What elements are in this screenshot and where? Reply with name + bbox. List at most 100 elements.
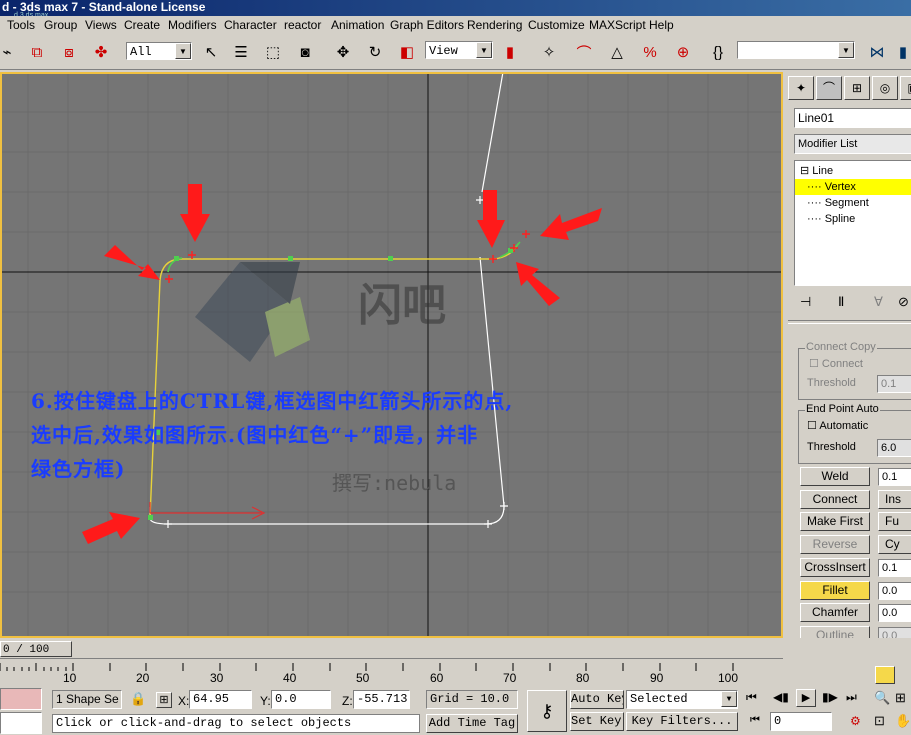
connect-threshold-spinner[interactable]: 0.1: [877, 375, 911, 393]
remove-modifier-icon[interactable]: ⊘: [898, 294, 909, 310]
outline-button[interactable]: Outline: [800, 626, 870, 638]
stack-item-line[interactable]: ⊟ Line: [795, 163, 911, 179]
snaps-toggle-icon[interactable]: ⌒: [571, 39, 597, 65]
menu-character[interactable]: Character: [224, 17, 277, 33]
x-coordinate-field[interactable]: 64.95: [189, 690, 252, 709]
cycle-button[interactable]: Cy: [878, 535, 911, 554]
show-end-result-icon[interactable]: Ⅱ: [838, 294, 844, 310]
menu-tools[interactable]: Tools: [7, 17, 35, 33]
time-configuration-icon[interactable]: ⚙: [850, 714, 861, 728]
modify-tab-icon[interactable]: ⌒: [816, 76, 842, 100]
viewport-canvas[interactable]: 闪吧: [0, 72, 783, 638]
chamfer-spinner[interactable]: 0.0: [878, 604, 911, 622]
make-first-button[interactable]: Make First: [800, 512, 870, 531]
reference-coordinate-dropdown[interactable]: View ▼: [425, 41, 493, 59]
maxscript-listener-mini[interactable]: [0, 688, 42, 710]
window-crossing-icon[interactable]: ◙: [292, 39, 318, 65]
menu-maxscript[interactable]: MAXScript: [589, 17, 646, 33]
display-tab-icon[interactable]: ▣: [900, 76, 911, 100]
key-icon[interactable]: ⚷: [527, 690, 567, 732]
go-to-end-icon[interactable]: ⏭: [846, 690, 857, 705]
key-mode-toggle-icon[interactable]: ⏮: [750, 714, 760, 727]
zoom-icon[interactable]: 🔍: [874, 690, 890, 706]
modifier-stack[interactable]: ⊟ Line ···· Vertex ···· Segment ···· Spl…: [794, 160, 911, 286]
weld-button[interactable]: Weld: [800, 467, 870, 486]
named-selection-dropdown[interactable]: ▼: [737, 41, 855, 59]
absolute-mode-icon[interactable]: ⊞: [156, 692, 172, 708]
crossinsert-button[interactable]: CrossInsert: [800, 558, 870, 577]
menu-reactor[interactable]: reactor: [284, 17, 321, 33]
hierarchy-tab-icon[interactable]: ⊞: [844, 76, 870, 100]
previous-frame-icon[interactable]: ◀▮: [773, 690, 789, 704]
modifier-list-dropdown[interactable]: Modifier List: [794, 134, 911, 154]
zoom-all-icon[interactable]: ⊞: [895, 690, 906, 706]
connect-button[interactable]: Connect: [800, 490, 870, 509]
edit-named-selection-icon[interactable]: {}: [705, 39, 731, 65]
link-icon[interactable]: ⌁: [0, 39, 20, 65]
key-filters-button[interactable]: Key Filters...: [626, 712, 738, 731]
play-icon[interactable]: ▶: [796, 689, 816, 707]
select-and-move-icon[interactable]: ✥: [330, 39, 356, 65]
mirror-icon[interactable]: ⋈: [864, 39, 890, 65]
make-unique-icon[interactable]: ∀: [874, 294, 883, 310]
angle-snap-icon[interactable]: △: [604, 39, 630, 65]
fuse-button[interactable]: Fu: [878, 512, 911, 531]
motion-tab-icon[interactable]: ◎: [872, 76, 898, 100]
pan-icon[interactable]: ✋: [895, 713, 911, 729]
weld-spinner[interactable]: 0.1: [878, 468, 911, 486]
pin-stack-icon[interactable]: ⊣: [800, 294, 811, 310]
menu-graph-editors[interactable]: Graph Editors: [390, 17, 464, 33]
z-coordinate-field[interactable]: -55.713: [353, 690, 410, 709]
reverse-button[interactable]: Reverse: [800, 535, 870, 554]
viewport-front[interactable]: 闪吧 6.按住键盘上的CTRL键,框选图中红箭头所示的点, 选中后,效果如图所示…: [0, 72, 783, 638]
time-slider-thumb[interactable]: 0 / 100: [0, 641, 72, 657]
key-mode-dropdown[interactable]: Selected ▼: [626, 690, 738, 709]
stack-item-spline[interactable]: ···· Spline: [795, 211, 911, 227]
menu-create[interactable]: Create: [124, 17, 160, 33]
next-frame-icon[interactable]: ▮▶: [822, 690, 838, 704]
menu-modifiers[interactable]: Modifiers: [168, 17, 217, 33]
object-name-field[interactable]: Line01: [794, 108, 911, 128]
outline-spinner[interactable]: 0.0: [878, 627, 911, 638]
auto-key-button[interactable]: Auto Key: [570, 690, 624, 709]
pivot-center-icon[interactable]: ▮: [497, 39, 523, 65]
maxscript-input-mini[interactable]: [0, 712, 42, 734]
unlink-icon[interactable]: ⧇: [56, 39, 82, 65]
menu-views[interactable]: Views: [85, 17, 117, 33]
select-and-scale-icon[interactable]: ◧: [394, 39, 420, 65]
time-slider-track[interactable]: 0 / 100: [0, 640, 783, 658]
spinner-snap-icon[interactable]: ⊕: [670, 39, 696, 65]
stack-item-vertex[interactable]: ···· Vertex: [795, 179, 911, 195]
stack-item-segment[interactable]: ···· Segment: [795, 195, 911, 211]
menu-animation[interactable]: Animation: [331, 17, 384, 33]
lock-selection-icon[interactable]: 🔒: [130, 691, 146, 707]
time-config-icon[interactable]: [875, 666, 895, 684]
rectangular-selection-icon[interactable]: ⬚: [260, 39, 286, 65]
select-object-icon[interactable]: ↖: [198, 39, 224, 65]
align-icon[interactable]: ▮: [890, 39, 911, 65]
insert-button[interactable]: Ins: [878, 490, 911, 509]
set-key-button[interactable]: Set Key: [570, 712, 624, 731]
menu-customize[interactable]: Customize: [528, 17, 585, 33]
manipulate-icon[interactable]: ✧: [536, 39, 562, 65]
current-frame-field[interactable]: 0: [770, 712, 832, 731]
selection-filter-dropdown[interactable]: All ▼: [126, 42, 192, 60]
bind-space-warp-icon[interactable]: ✤: [88, 39, 114, 65]
y-coordinate-field[interactable]: 0.0: [271, 690, 331, 709]
menu-rendering[interactable]: Rendering: [467, 17, 522, 33]
timeline-ruler[interactable]: 10 20 30 40 50 60 70 80 90 100: [0, 658, 783, 686]
fillet-spinner[interactable]: 0.0: [878, 582, 911, 600]
fillet-button[interactable]: Fillet: [800, 581, 870, 600]
create-tab-icon[interactable]: ✦: [788, 76, 814, 100]
chamfer-button[interactable]: Chamfer: [800, 603, 870, 622]
automatic-checkbox[interactable]: ☐ Automatic: [807, 419, 868, 432]
select-and-rotate-icon[interactable]: ↻: [362, 39, 388, 65]
crossinsert-spinner[interactable]: 0.1: [878, 559, 911, 577]
add-time-tag-button[interactable]: Add Time Tag: [426, 714, 518, 733]
zoom-extents-icon[interactable]: ⊡: [874, 713, 885, 729]
percent-snap-icon[interactable]: %: [637, 39, 663, 65]
connect-checkbox[interactable]: ☐ Connect: [809, 357, 863, 370]
go-to-start-icon[interactable]: ⏮: [746, 690, 757, 705]
select-by-name-icon[interactable]: ☰: [228, 39, 254, 65]
select-and-link-icon[interactable]: ⧉: [24, 39, 50, 65]
